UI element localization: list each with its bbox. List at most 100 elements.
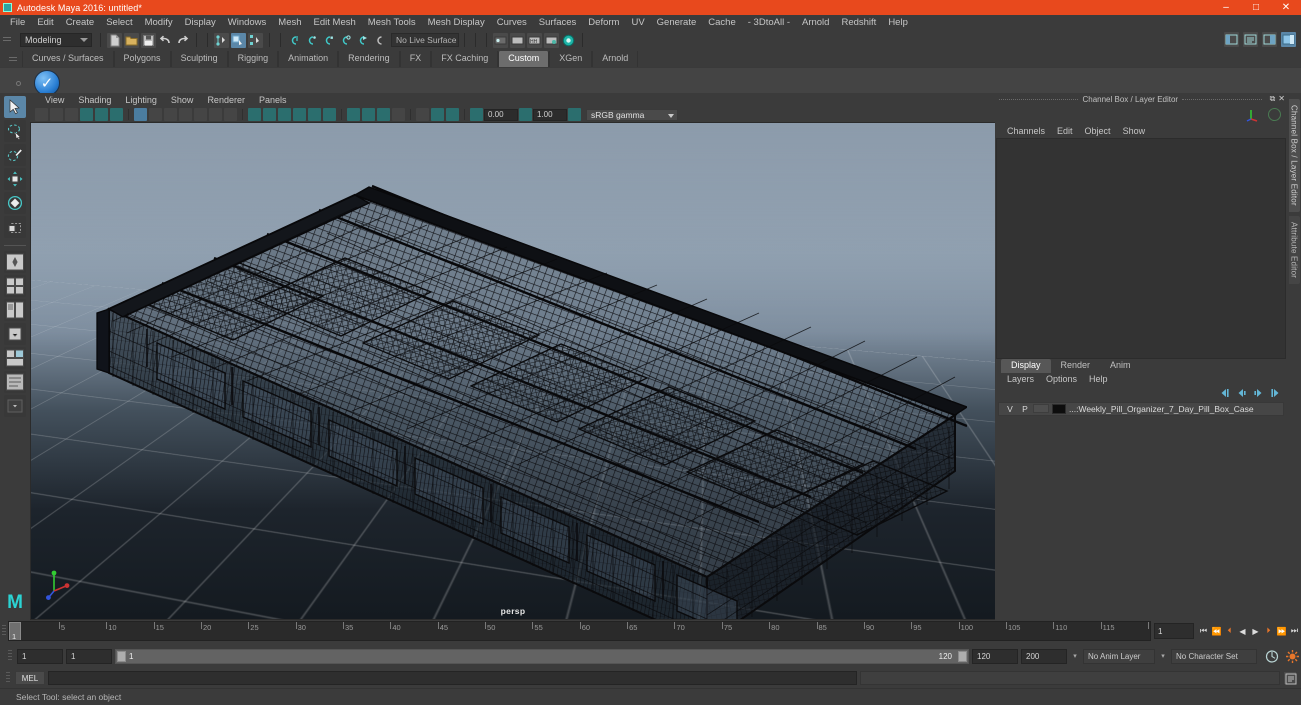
- range-handle-start[interactable]: [117, 650, 126, 662]
- menu-surfaces[interactable]: Surfaces: [533, 15, 583, 30]
- channel-box-menu-object[interactable]: Object: [1079, 126, 1117, 136]
- step-forward-key-button[interactable]: ⏵: [1262, 624, 1275, 639]
- layer-tab-anim[interactable]: Anim: [1100, 358, 1141, 373]
- exposure-field[interactable]: 0.00: [484, 108, 518, 121]
- perspective-viewport[interactable]: persp: [30, 122, 995, 620]
- undock-icon[interactable]: ⧉: [1270, 94, 1276, 104]
- shelf-tab-fx-caching[interactable]: FX Caching: [431, 51, 499, 67]
- menu-cache[interactable]: Cache: [702, 15, 741, 30]
- menu-edit[interactable]: Edit: [31, 15, 59, 30]
- exposure-toggle-icon[interactable]: [392, 108, 405, 121]
- menu-windows[interactable]: Windows: [222, 15, 273, 30]
- color-profile-selector[interactable]: sRGB gamma: [586, 108, 678, 121]
- shelf-tab-xgen[interactable]: XGen: [549, 51, 593, 67]
- pill-organizer-mesh[interactable]: [87, 181, 969, 619]
- layer-row[interactable]: V P ...:Weekly_Pill_Organizer_7_Day_Pill…: [998, 401, 1284, 416]
- menu-generate[interactable]: Generate: [651, 15, 703, 30]
- layer-menu-help[interactable]: Help: [1083, 374, 1114, 384]
- script-editor-icon[interactable]: [1283, 671, 1297, 685]
- paint-select-tool[interactable]: [4, 144, 26, 166]
- chevron-down-icon[interactable]: ▾: [1158, 652, 1168, 660]
- command-line-grip[interactable]: [4, 669, 12, 687]
- input-connections-icon[interactable]: [493, 32, 508, 48]
- hypershade-layout[interactable]: [4, 371, 26, 393]
- snap-to-view-plane-icon[interactable]: [355, 33, 370, 48]
- menu-redshift[interactable]: Redshift: [835, 15, 882, 30]
- menu-edit-mesh[interactable]: Edit Mesh: [308, 15, 362, 30]
- shelf-tab-animation[interactable]: Animation: [278, 51, 339, 67]
- use-default-lighting-icon[interactable]: [224, 108, 237, 121]
- status-line-grip[interactable]: [2, 33, 12, 47]
- layer-tab-render[interactable]: Render: [1050, 358, 1101, 373]
- snap-to-projected-center-icon[interactable]: [338, 33, 353, 48]
- gamma-reset-icon[interactable]: [519, 108, 532, 121]
- shelf-tab-fx[interactable]: FX: [399, 51, 432, 67]
- channel-box-icon[interactable]: [1281, 32, 1296, 47]
- menu-modify[interactable]: Modify: [139, 15, 179, 30]
- shelf-tab-rendering[interactable]: Rendering: [338, 51, 400, 67]
- xray-icon[interactable]: [323, 108, 336, 121]
- single-pane-layout[interactable]: [4, 251, 26, 273]
- smooth-shade-selected-icon[interactable]: [164, 108, 177, 121]
- four-pane-layout[interactable]: [4, 275, 26, 297]
- select-tool[interactable]: [4, 96, 26, 118]
- texture-display-icon[interactable]: [209, 108, 222, 121]
- step-forward-frame-button[interactable]: ⏩: [1275, 624, 1288, 639]
- bookmark-icon[interactable]: [65, 108, 78, 121]
- menu-3dtoall[interactable]: - 3DtoAll -: [742, 15, 796, 30]
- grease-pencil-icon[interactable]: [110, 108, 123, 121]
- playback-range-bar[interactable]: 1 120: [115, 648, 969, 664]
- layer-color-swatch[interactable]: [1052, 403, 1066, 414]
- dock-drag-handle-left[interactable]: [999, 98, 1079, 100]
- layer-move-up-icon[interactable]: [1236, 388, 1247, 398]
- make-live-icon[interactable]: [372, 33, 387, 48]
- layer-move-left-icon[interactable]: [1219, 388, 1230, 398]
- select-camera-icon[interactable]: [35, 108, 48, 121]
- wireframe-shading-icon[interactable]: [134, 108, 147, 121]
- animation-preferences-icon[interactable]: [1285, 649, 1301, 664]
- flat-shade-icon[interactable]: [179, 108, 192, 121]
- step-back-frame-button[interactable]: ⏪: [1210, 624, 1223, 639]
- layer-move-down-icon[interactable]: [1253, 388, 1264, 398]
- menu-uv[interactable]: UV: [625, 15, 650, 30]
- construction-history-icon[interactable]: HH: [527, 32, 542, 48]
- layer-move-right-icon[interactable]: [1270, 388, 1281, 398]
- channel-box-menu-edit[interactable]: Edit: [1051, 126, 1079, 136]
- gamma-field[interactable]: 1.00: [533, 108, 567, 121]
- layer-tab-display[interactable]: Display: [1001, 358, 1051, 373]
- shelf-tab-arnold[interactable]: Arnold: [592, 51, 639, 67]
- minimize-button[interactable]: –: [1211, 0, 1241, 15]
- lasso-select-tool[interactable]: [4, 120, 26, 142]
- xray-joints-icon[interactable]: [347, 108, 360, 121]
- menu-curves[interactable]: Curves: [491, 15, 533, 30]
- open-scene-icon[interactable]: [124, 32, 139, 48]
- viewport-menu-lighting[interactable]: Lighting: [118, 93, 164, 107]
- isolate-select-icon[interactable]: [377, 108, 390, 121]
- multisample-aa-icon[interactable]: [293, 108, 306, 121]
- anim-layer-selector[interactable]: No Anim Layer: [1083, 648, 1155, 664]
- menu-file[interactable]: File: [4, 15, 31, 30]
- play-forwards-button[interactable]: ▶: [1249, 624, 1262, 639]
- shaded-wireframe-icon[interactable]: [194, 108, 207, 121]
- shelf-grip[interactable]: [8, 53, 18, 67]
- select-by-component-icon[interactable]: [248, 32, 263, 48]
- side-tab-channel-box[interactable]: Channel Box / Layer Editor: [1288, 99, 1300, 212]
- menu-mesh-tools[interactable]: Mesh Tools: [362, 15, 422, 30]
- range-slider-grip[interactable]: [6, 647, 14, 665]
- playback-start-field[interactable]: 1: [66, 648, 112, 664]
- shelf-tab-polygons[interactable]: Polygons: [113, 51, 171, 67]
- screen-space-ao-icon[interactable]: [263, 108, 276, 121]
- image-plane-icon[interactable]: [80, 108, 93, 121]
- persp-graph-layout[interactable]: [4, 347, 26, 369]
- camera-attributes-icon[interactable]: [50, 108, 63, 121]
- viewport-menu-show[interactable]: Show: [164, 93, 201, 107]
- go-to-start-button[interactable]: ⏮: [1197, 624, 1210, 639]
- chevron-down-icon[interactable]: ▾: [1070, 652, 1080, 660]
- auto-keyframe-icon[interactable]: [1264, 649, 1280, 664]
- command-input[interactable]: [48, 671, 857, 685]
- shelf-tab-curves-surfaces[interactable]: Curves / Surfaces: [22, 51, 114, 67]
- channel-box-menu-channels[interactable]: Channels: [1001, 126, 1051, 136]
- menu-display[interactable]: Display: [179, 15, 222, 30]
- animation-end-field[interactable]: 200: [1021, 648, 1067, 664]
- close-icon[interactable]: ✕: [1278, 94, 1285, 104]
